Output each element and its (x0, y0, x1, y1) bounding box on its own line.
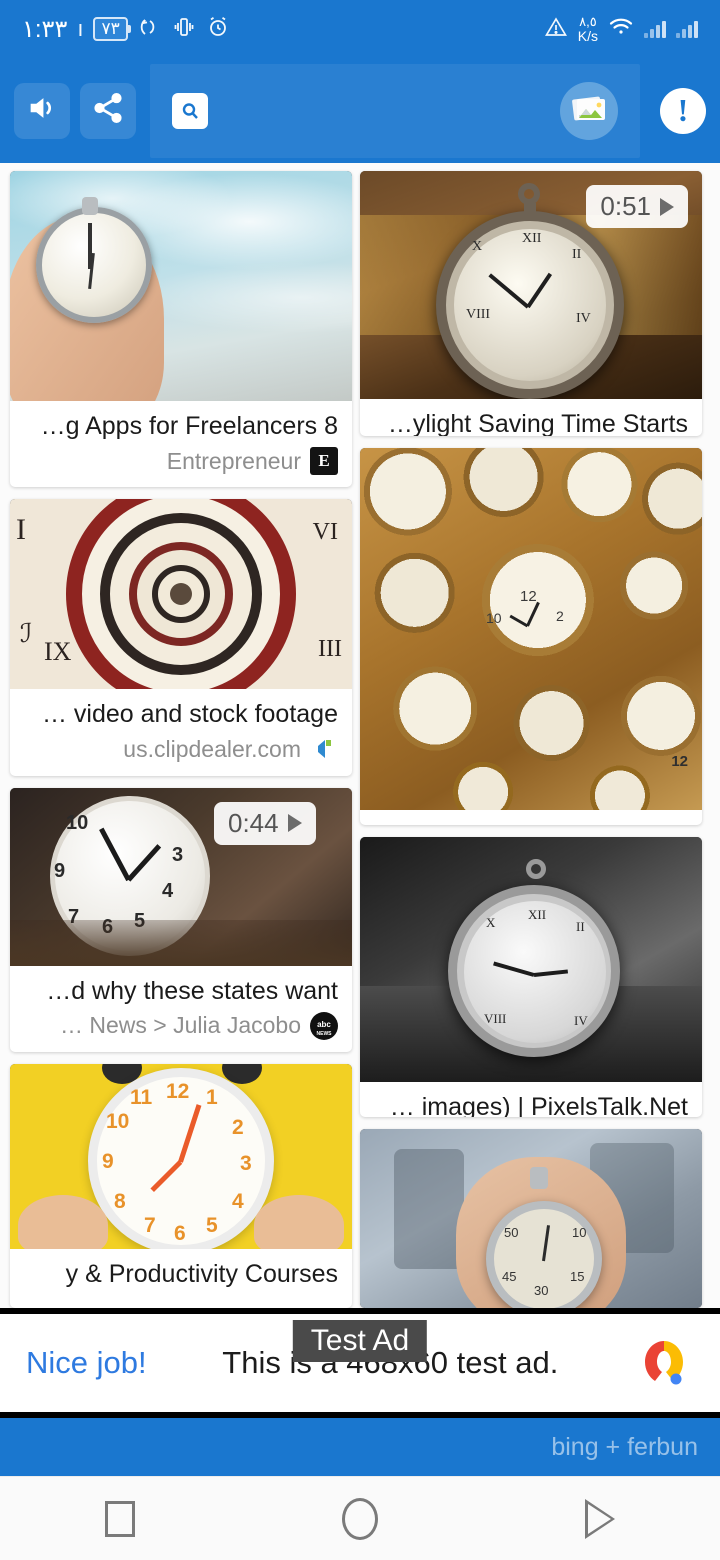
result-meta: …r - Excelsior College OWL Excelsior Col… (360, 810, 702, 825)
recents-button[interactable] (70, 1477, 170, 1560)
result-thumbnail[interactable]: I ℐ VI III IX (10, 499, 352, 690)
result-source: us.clipdealer.com (24, 735, 338, 763)
status-bar: ١:٣٣ ı ٧٣ ٨,٥ K/s (0, 0, 720, 58)
result-thumbnail[interactable] (10, 171, 352, 401)
video-duration-text: 0:44 (228, 807, 279, 838)
result-thumbnail[interactable]: X XII II VIII IV 0:51 (360, 171, 702, 399)
result-thumbnail[interactable]: X XII II VIII IV (360, 837, 702, 1083)
data-speed: ٨,٥ K/s (577, 14, 598, 44)
result-thumbnail[interactable]: 12 2 10 12 (360, 448, 702, 811)
admob-icon (634, 1333, 694, 1393)
result-title: …ylight Saving Time Starts (387, 410, 688, 437)
android-navigation-bar[interactable] (0, 1476, 720, 1560)
entrepreneur-e-icon: E (310, 447, 338, 476)
result-meta: y & Productivity Courses (10, 1249, 352, 1308)
back-button[interactable] (550, 1477, 650, 1560)
result-meta: … images) | PixelsTalk.Net pixelstalk.ne… (360, 1082, 702, 1116)
rotate-icon (138, 15, 162, 43)
search-icon (172, 92, 208, 129)
home-button[interactable] (310, 1477, 410, 1560)
warning-triangle-icon (544, 15, 568, 43)
image-gallery-icon (570, 92, 608, 129)
recents-square-icon (105, 1500, 135, 1537)
image-search-button[interactable] (560, 81, 618, 140)
clipdealer-icon (310, 735, 338, 763)
result-card[interactable]: 10 9 7 6 5 4 3 0:44 …d why these states … (10, 787, 352, 1053)
result-title: … images) | PixelsTalk.Net (389, 1093, 688, 1117)
brand-label: bing + ferbun (551, 1432, 698, 1461)
ad-banner[interactable]: Nice job! This is a 468x60 test ad. Test… (0, 1308, 720, 1418)
video-duration-badge: 0:44 (214, 801, 316, 845)
result-source-text: … News > Julia Jacobo (60, 1012, 301, 1039)
alarm-icon (206, 15, 230, 43)
status-time: ١:٣٣ (22, 15, 68, 43)
status-bar-right: ٨,٥ K/s (544, 15, 698, 43)
results-column-right: X XII II VIII IV 0:51 …ylight Saving Tim… (360, 171, 702, 1308)
search-bar[interactable] (150, 63, 640, 158)
result-card[interactable]: 50 10 45 15 30 (360, 1128, 702, 1308)
status-bar-left: ١:٣٣ ı ٧٣ (22, 15, 230, 44)
image-results-grid[interactable]: …g Apps for Freelancers 8 Entrepreneur E… (0, 163, 720, 1308)
result-title: …g Apps for Freelancers 8 (40, 412, 338, 440)
result-card[interactable]: X XII II VIII IV 0:51 …ylight Saving Tim… (360, 171, 702, 437)
result-card[interactable]: 12 2 10 12 …r - Excelsior College OWL Ex… (360, 448, 702, 826)
wifi-icon (608, 15, 634, 43)
result-source-text: Entrepreneur (166, 447, 301, 474)
result-source-text: us.clipdealer.com (123, 735, 301, 762)
abc-news-icon: abc NEWS (310, 1011, 338, 1040)
battery-level: ٧٣ (93, 17, 132, 41)
battery-bolt-icon: ı (77, 16, 84, 41)
result-meta: …g Apps for Freelancers 8 Entrepreneur E (10, 401, 352, 487)
result-card[interactable]: …g Apps for Freelancers 8 Entrepreneur E (10, 171, 352, 488)
result-source: Entrepreneur E (24, 447, 338, 476)
ad-test-label: Test Ad (292, 1320, 428, 1362)
app-toolbar: ! (0, 58, 720, 163)
svg-text:NEWS: NEWS (317, 1031, 333, 1037)
results-column-left: …g Apps for Freelancers 8 Entrepreneur E… (10, 171, 352, 1308)
result-thumbnail[interactable]: 50 10 45 15 30 (360, 1128, 702, 1308)
home-circle-icon (342, 1497, 378, 1540)
speaker-icon (25, 91, 59, 130)
app-footer: bing + ferbun (0, 1418, 720, 1476)
play-icon (287, 814, 302, 833)
exclamation-icon: ! (677, 92, 689, 128)
result-thumbnail[interactable]: 10 9 7 6 5 4 3 0:44 (10, 787, 352, 966)
result-title: y & Productivity Courses (65, 1260, 338, 1289)
result-meta: …d why these states want … News > Julia … (10, 966, 352, 1053)
speaker-button[interactable] (14, 82, 70, 139)
result-card[interactable]: I ℐ VI III IX … video and stock footage … (10, 499, 352, 776)
video-duration-badge: 0:51 (586, 185, 688, 228)
svg-text:abc: abc (317, 1020, 331, 1029)
result-thumbnail[interactable]: 11 12 1 10 2 9 3 8 4 7 5 6 (10, 1064, 352, 1250)
result-card[interactable]: 11 12 1 10 2 9 3 8 4 7 5 6 y & Productiv… (10, 1064, 352, 1308)
share-button[interactable] (80, 82, 136, 139)
result-meta: …ylight Saving Time Starts …ek > Katheri… (360, 399, 702, 436)
result-title: … video and stock footage (41, 700, 338, 729)
search-input[interactable] (208, 97, 560, 124)
video-duration-text: 0:51 (600, 191, 651, 221)
data-speed-unit: K/s (577, 28, 598, 44)
vibrate-icon (172, 15, 196, 43)
result-card[interactable]: X XII II VIII IV … images) | PixelsTalk.… (360, 837, 702, 1117)
info-button[interactable]: ! (660, 87, 706, 134)
signal-bars-2-icon (676, 20, 698, 38)
result-meta: … video and stock footage us.clipdealer.… (10, 689, 352, 775)
data-speed-value: ٨,٥ (579, 14, 597, 29)
share-icon (91, 91, 125, 130)
back-triangle-icon (585, 1498, 615, 1539)
ad-headline: Nice job! (26, 1345, 147, 1380)
signal-bars-icon (644, 20, 666, 38)
result-title: …d why these states want (46, 976, 338, 1005)
play-icon (660, 197, 674, 216)
result-source: … News > Julia Jacobo abc NEWS (24, 1011, 338, 1040)
result-title: …r - Excelsior College OWL (374, 820, 688, 825)
